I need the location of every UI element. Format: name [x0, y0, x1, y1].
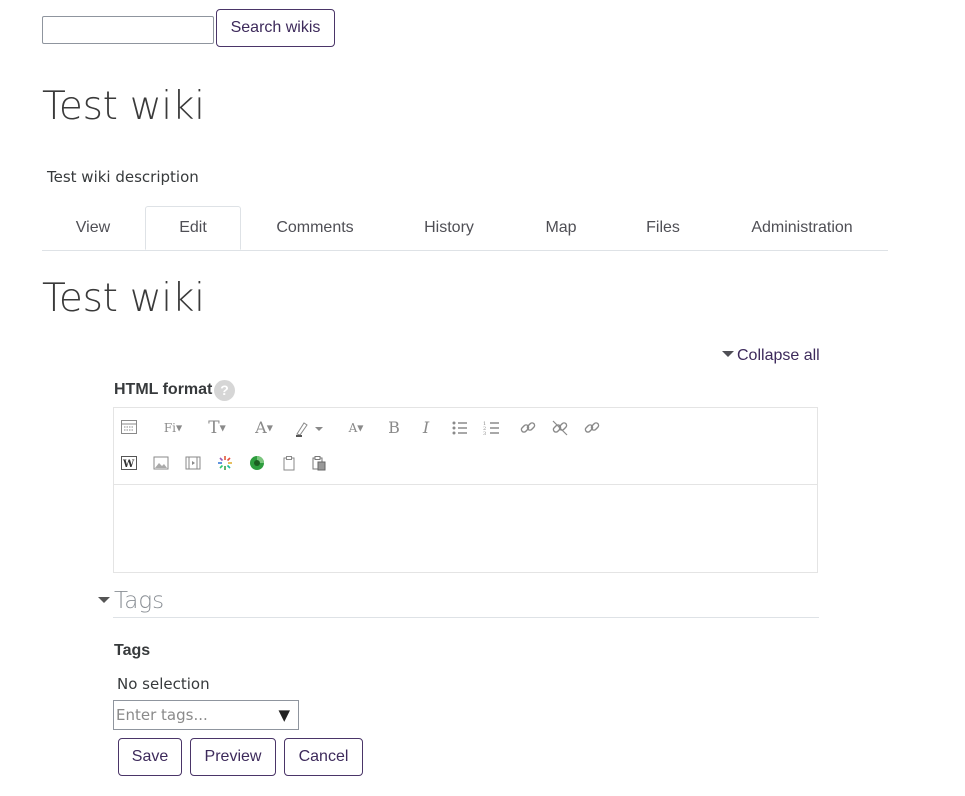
background-color-dropdown[interactable] [294, 418, 326, 438]
save-button[interactable]: Save [118, 738, 182, 776]
wiki-description: Test wiki description [47, 168, 199, 186]
tags-section-toggle[interactable]: Tags [98, 588, 164, 614]
link-icon[interactable] [518, 418, 538, 438]
tab-history[interactable]: History [396, 206, 502, 250]
record-audio-icon[interactable] [216, 454, 236, 474]
editor-toolbar: Fi▼ T▼ A▼ A▼ B I 123 W [114, 408, 817, 485]
dropdown-arrow-icon: ▼ [219, 423, 226, 433]
tags-input-placeholder: Enter tags... [116, 706, 208, 724]
help-icon[interactable]: ? [214, 380, 235, 401]
dropdown-arrow-icon: ▼ [357, 423, 364, 433]
font-size-dropdown[interactable]: T▼ [202, 418, 232, 438]
svg-text:W: W [122, 459, 135, 470]
word-import-icon[interactable]: W [120, 454, 140, 474]
tab-administration[interactable]: Administration [732, 206, 872, 250]
tags-input[interactable]: Enter tags... ▼ [113, 700, 299, 730]
bullet-list-icon[interactable] [450, 418, 470, 438]
unlink-icon[interactable] [550, 418, 570, 438]
tab-edit[interactable]: Edit [145, 206, 241, 250]
numbered-list-icon[interactable]: 123 [482, 418, 502, 438]
editor-content-area[interactable] [114, 485, 817, 573]
bold-icon[interactable]: B [384, 418, 404, 438]
dropdown-arrow-icon: ▼ [176, 423, 183, 433]
preview-button[interactable]: Preview [190, 738, 276, 776]
html-editor: Fi▼ T▼ A▼ A▼ B I 123 W [113, 407, 818, 573]
collapse-all-label: Collapse all [737, 347, 820, 364]
font-color-icon: A [255, 418, 267, 437]
dropdown-arrow-icon[interactable]: ▼ [278, 701, 290, 729]
font-color-dropdown[interactable]: A▼ [248, 418, 280, 438]
tags-field-label: Tags [114, 642, 151, 659]
font-family-label: Fi [163, 421, 176, 435]
dropdown-arrow-icon: ▼ [266, 423, 273, 433]
caret-down-icon [722, 350, 734, 357]
wiki-tabs: View Edit Comments History Map Files Adm… [42, 206, 888, 251]
record-video-icon[interactable] [248, 454, 268, 474]
svg-text:3: 3 [483, 431, 486, 437]
caret-down-icon [98, 596, 110, 603]
paragraph-style-icon: A [348, 421, 358, 435]
search-input[interactable] [42, 16, 214, 44]
tab-comments[interactable]: Comments [254, 206, 376, 250]
tags-selection-status: No selection [117, 675, 210, 693]
manage-links-icon[interactable] [582, 418, 602, 438]
font-family-dropdown[interactable]: Fi▼ [158, 418, 188, 438]
toolbar-toggle-icon[interactable] [120, 418, 140, 438]
html-format-label: HTML format [114, 381, 213, 398]
section-divider [113, 617, 819, 618]
page-title: Test wiki [42, 84, 205, 129]
tab-files[interactable]: Files [626, 206, 700, 250]
font-size-icon: T [208, 418, 220, 438]
paste-special-icon[interactable] [310, 454, 330, 474]
insert-media-icon[interactable] [184, 454, 204, 474]
search-wikis-button[interactable]: Search wikis [216, 9, 335, 47]
tab-view[interactable]: View [42, 206, 144, 250]
paragraph-style-dropdown[interactable]: A▼ [340, 418, 372, 438]
cancel-button[interactable]: Cancel [284, 738, 363, 776]
tab-map[interactable]: Map [522, 206, 600, 250]
tags-section-heading: Tags [114, 588, 165, 614]
collapse-all-link[interactable]: Collapse all [722, 347, 820, 365]
content-title: Test wiki [42, 276, 205, 321]
paste-icon[interactable] [280, 454, 300, 474]
italic-icon[interactable]: I [416, 418, 436, 438]
insert-image-icon[interactable] [152, 454, 172, 474]
